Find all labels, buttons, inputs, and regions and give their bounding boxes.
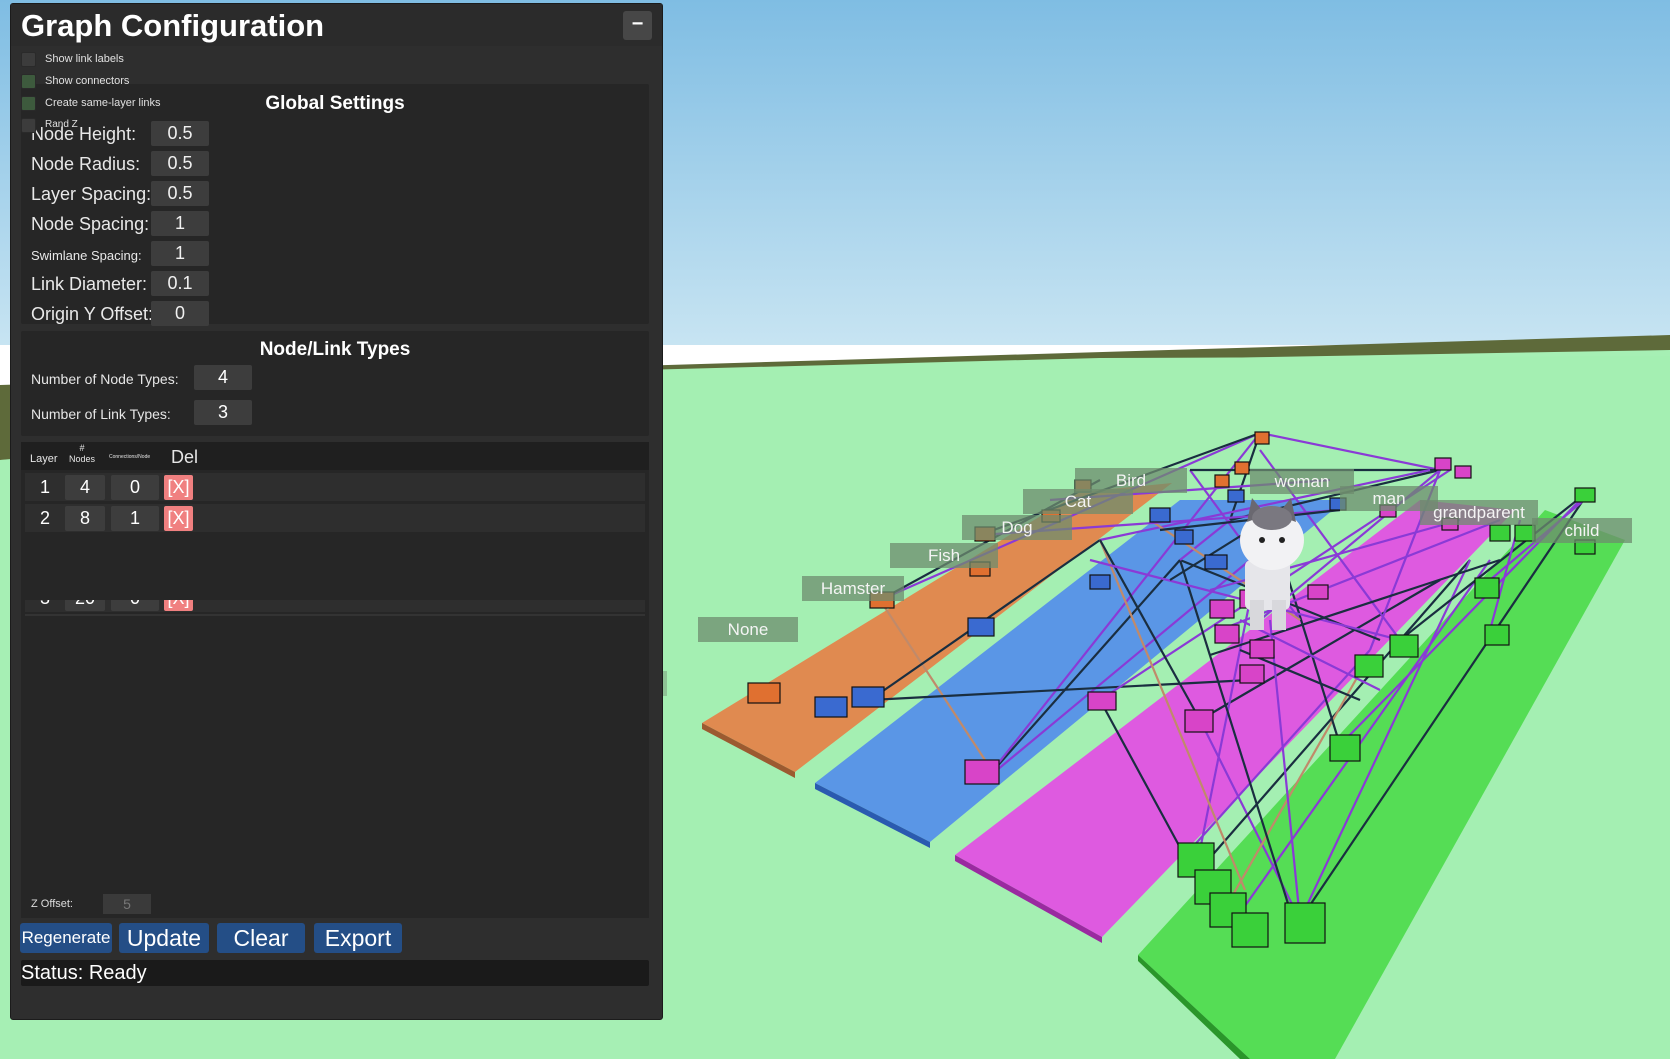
minimize-button[interactable]: − xyxy=(623,11,652,40)
status-text: Status: Ready xyxy=(21,962,147,984)
node-types-input[interactable]: 4 xyxy=(194,365,252,390)
scene-label-fish: Fish xyxy=(890,543,998,568)
swimlane-spacing-label: Swimlane Spacing: xyxy=(31,248,142,263)
layer-nodes-input[interactable]: 20 xyxy=(65,600,105,611)
create-same-layer-links-label: Create same-layer links xyxy=(45,97,161,109)
node-radius-label: Node Radius: xyxy=(31,154,141,174)
scene-label-hamster: Hamster xyxy=(802,576,904,601)
layer-row-2: 2 8 1 [X] xyxy=(25,504,645,532)
z-offset-input[interactable]: 5 xyxy=(103,894,151,914)
layer-nodes-input[interactable]: 4 xyxy=(65,475,105,500)
layer-row-3: 3 20 0 [X] xyxy=(25,600,645,612)
layer-number: 1 xyxy=(39,477,50,497)
node-link-types-section: Node/Link Types Number of Node Types: 4 … xyxy=(21,331,649,436)
z-offset-label: Z Offset: xyxy=(31,898,73,910)
rand-z-checkbox[interactable] xyxy=(21,118,36,133)
rand-z-label: Rand Z xyxy=(45,119,78,130)
scene-label-woman: woman xyxy=(1250,469,1354,494)
layer-connections-input[interactable]: 0 xyxy=(111,600,159,611)
layer-number: 3 xyxy=(33,600,57,609)
origin-y-offset-label: Origin Y Offset: xyxy=(31,304,154,324)
node-spacing-label: Node Spacing: xyxy=(31,214,150,234)
node-link-types-title: Node/Link Types xyxy=(259,339,411,360)
scene-label-grandparent: grandparent xyxy=(1420,500,1538,525)
link-types-label: Number of Link Types: xyxy=(31,406,171,422)
graph-configuration-panel: Graph Configuration − Global Settings No… xyxy=(10,3,663,1020)
layers-table: Layer # Nodes Connections/Node Del 1 4 0… xyxy=(21,442,649,918)
show-link-labels-label: Show link labels xyxy=(45,53,124,65)
layers-table-header: Layer # Nodes Connections/Node Del xyxy=(21,442,649,470)
status-bar: Status: Ready xyxy=(21,960,649,986)
layer-nodes-input[interactable]: 8 xyxy=(65,506,105,531)
clear-button[interactable]: Clear xyxy=(217,923,305,953)
link-diameter-label: Link Diameter: xyxy=(31,274,148,294)
header-nodes: # Nodes xyxy=(68,443,95,464)
swimlane-spacing-input[interactable]: 1 xyxy=(151,241,209,266)
layer-row-1: 1 4 0 [X] xyxy=(25,473,645,501)
delete-layer-button[interactable]: [X] xyxy=(164,600,193,611)
layer-spacing-input[interactable]: 0.5 xyxy=(151,181,209,206)
scene-label-none: None xyxy=(698,617,798,642)
origin-y-offset-input[interactable]: 0 xyxy=(151,301,209,326)
layer-spacing-label: Layer Spacing: xyxy=(31,184,152,204)
scene-label-child: child xyxy=(1532,518,1632,543)
link-diameter-input[interactable]: 0.1 xyxy=(151,271,209,296)
global-settings-section: Global Settings Node Height: 0.5 Node Ra… xyxy=(21,84,649,326)
node-height-input[interactable]: 0.5 xyxy=(151,121,209,146)
create-same-layer-links-checkbox[interactable] xyxy=(21,96,36,111)
show-connectors-label: Show connectors xyxy=(45,75,130,87)
layer-connections-input[interactable]: 1 xyxy=(111,506,159,531)
regenerate-button[interactable]: Regenerate xyxy=(20,923,112,953)
show-link-labels-checkbox[interactable] xyxy=(21,52,36,67)
header-connections: Connections/Node xyxy=(109,454,151,460)
layers-divider xyxy=(25,614,645,616)
scene-label-bird: Bird xyxy=(1075,468,1187,493)
node-radius-input[interactable]: 0.5 xyxy=(151,151,209,176)
node-types-label: Number of Node Types: xyxy=(31,371,179,387)
scene-label-dog: Dog xyxy=(962,515,1072,540)
layer-connections-input[interactable]: 0 xyxy=(111,475,159,500)
update-button[interactable]: Update xyxy=(119,923,209,953)
layer-row-3-clip: 3 20 0 [X] xyxy=(21,600,649,614)
delete-layer-button[interactable]: [X] xyxy=(164,475,193,500)
show-connectors-checkbox[interactable] xyxy=(21,74,36,89)
export-button[interactable]: Export xyxy=(314,923,402,953)
header-del: Del xyxy=(171,447,199,467)
panel-title: Graph Configuration xyxy=(21,8,325,43)
link-types-input[interactable]: 3 xyxy=(194,400,252,425)
node-spacing-input[interactable]: 1 xyxy=(151,211,209,236)
delete-layer-button[interactable]: [X] xyxy=(164,506,193,531)
header-layer: Layer xyxy=(30,453,58,465)
layer-number: 2 xyxy=(39,508,50,528)
